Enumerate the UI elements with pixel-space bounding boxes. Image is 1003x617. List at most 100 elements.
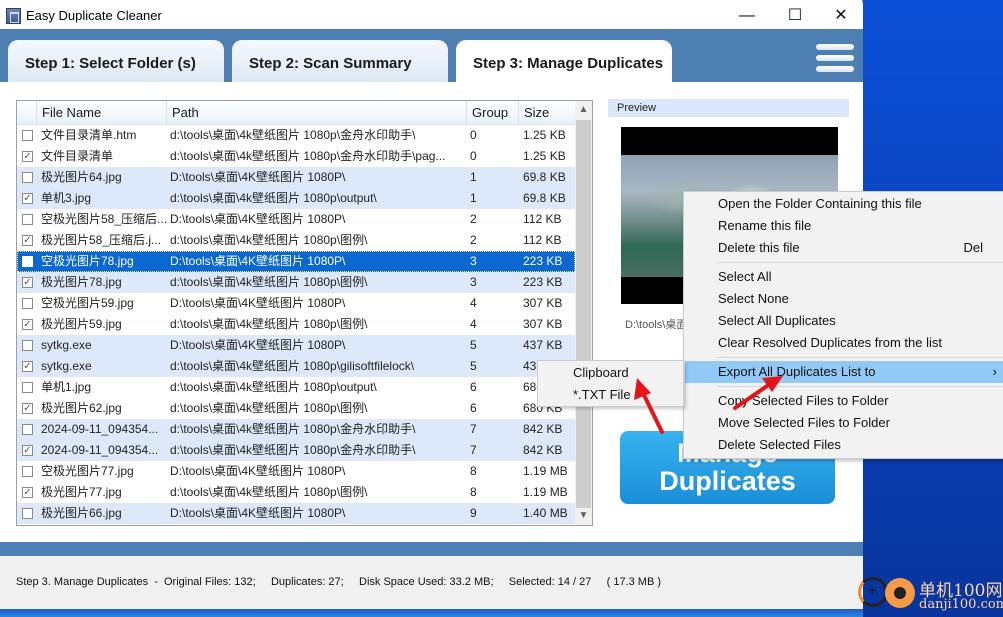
file-name-cell: 极光图片59.jpg	[41, 317, 122, 331]
watermark-disc-icon	[885, 578, 915, 608]
export-submenu: Clipboard *.TXT File	[537, 360, 684, 407]
size-cell: 437 KB	[523, 338, 563, 352]
app-icon	[6, 8, 21, 24]
table-row[interactable]: 极光图片66.jpg D:\tools\桌面\4K壁纸图片 1080P\ 9 1.40…	[17, 503, 575, 524]
path-cell: D:\tools\桌面\4K壁纸图片 1080P\	[170, 212, 346, 226]
table-row[interactable]: ✓ 极光图片78.jpg d:\tools\桌面\4k壁纸图片 1080p\图例\ 3…	[17, 272, 575, 293]
menu-item-label: Open the Folder Containing this file	[718, 196, 922, 211]
menu-item-export-all-duplicates-list-to[interactable]: Export All Duplicates List to ›	[685, 361, 1003, 383]
submenu-item-clipboard[interactable]: Clipboard	[539, 362, 683, 384]
scroll-up-icon[interactable]: ▲	[575, 101, 592, 119]
row-checkbox[interactable]: ✓	[22, 445, 33, 456]
column-header-path[interactable]: Path	[166, 101, 466, 125]
menu-item-label: Delete Selected Files	[718, 437, 841, 452]
table-row[interactable]: sytkg.exe D:\tools\桌面\4K壁纸图片 1080P\ 5 437 K…	[17, 335, 575, 356]
row-checkbox[interactable]	[22, 130, 33, 141]
menu-item-delete-selected-files[interactable]: Delete Selected Files	[685, 434, 1003, 456]
group-cell: 7	[470, 443, 477, 457]
size-cell: 842 KB	[523, 443, 563, 457]
menu-item-clear-resolved-duplicates-from-the-list[interactable]: Clear Resolved Duplicates from the list	[685, 332, 1003, 354]
menu-item-select-none[interactable]: Select None	[685, 288, 1003, 310]
menu-item-label: Export All Duplicates List to	[718, 364, 876, 379]
menu-item-open-the-folder-containing-this-file[interactable]: Open the Folder Containing this file	[685, 193, 1003, 215]
menu-item-label: Select All Duplicates	[718, 313, 836, 328]
table-row[interactable]: ✓ 极光图片62.jpg d:\tools\桌面\4k壁纸图片 1080p\图例\ 6…	[17, 398, 575, 419]
menu-item-copy-selected-files-to-folder[interactable]: Copy Selected Files to Folder	[685, 390, 1003, 412]
row-checkbox[interactable]	[22, 256, 33, 267]
menu-item-move-selected-files-to-folder[interactable]: Move Selected Files to Folder	[685, 412, 1003, 434]
path-cell: d:\tools\桌面\4k壁纸图片 1080p\金舟水印助手\	[170, 443, 416, 457]
table-row[interactable]: ✓ 单机3.jpg d:\tools\桌面\4k壁纸图片 1080p\output\…	[17, 188, 575, 209]
row-checkbox[interactable]	[22, 508, 33, 519]
row-checkbox[interactable]: ✓	[22, 277, 33, 288]
table-row[interactable]: 空极光图片78.jpg D:\tools\桌面\4K壁纸图片 1080P\ 3 223…	[17, 251, 575, 272]
file-name-cell: 极光图片64.jpg	[41, 170, 122, 184]
table-row[interactable]: 空极光图片59.jpg D:\tools\桌面\4K壁纸图片 1080P\ 4 307…	[17, 293, 575, 314]
vertical-scrollbar[interactable]: ▲ ▼	[575, 101, 592, 525]
hamburger-menu-icon[interactable]	[816, 42, 856, 74]
group-cell: 2	[470, 233, 477, 247]
table-row[interactable]: ✓ 2024-09-11_094354... d:\tools\桌面\4k壁纸图片 …	[17, 440, 575, 461]
column-header-file-name[interactable]: File Name	[36, 101, 166, 125]
menu-item-label: Select All	[718, 269, 772, 284]
file-name-cell: 2024-09-11_094354...	[41, 422, 159, 436]
menu-item-select-all-duplicates[interactable]: Select All Duplicates	[685, 310, 1003, 332]
row-checkbox[interactable]: ✓	[22, 151, 33, 162]
row-checkbox[interactable]: ✓	[22, 193, 33, 204]
menu-item-label: Clear Resolved Duplicates from the list	[718, 335, 942, 350]
row-checkbox[interactable]	[22, 382, 33, 393]
table-row[interactable]: ✓ 极光图片58_压缩后.j... d:\tools\桌面\4k壁纸图片 1080p…	[17, 230, 575, 251]
window-title: Easy Duplicate Cleaner	[26, 8, 162, 23]
table-row[interactable]: 文件目录清单.htm d:\tools\桌面\4k壁纸图片 1080p\金舟水印助…	[17, 125, 575, 146]
path-cell: d:\tools\桌面\4k壁纸图片 1080p\图例\	[170, 401, 368, 415]
row-checkbox[interactable]: ✓	[22, 487, 33, 498]
menu-item-delete-this-file[interactable]: Delete this file Del	[685, 237, 1003, 259]
path-cell: d:\tools\桌面\4k壁纸图片 1080p\图例\	[170, 317, 368, 331]
group-cell: 1	[470, 170, 477, 184]
column-header-size[interactable]: Size	[518, 101, 575, 125]
row-checkbox[interactable]	[22, 214, 33, 225]
row-checkbox[interactable]	[22, 466, 33, 477]
scrollbar-thumb[interactable]	[576, 120, 591, 508]
group-cell: 3	[470, 254, 477, 268]
menu-separator	[717, 386, 1003, 387]
submenu-arrow-icon: ›	[992, 364, 997, 379]
submenu-item-txt-file[interactable]: *.TXT File	[539, 384, 683, 406]
file-name-cell: 空极光图片59.jpg	[41, 296, 134, 310]
row-checkbox[interactable]: ✓	[22, 361, 33, 372]
table-row[interactable]: 单机1.jpg d:\tools\桌面\4k壁纸图片 1080p\output\ 6…	[17, 377, 575, 398]
path-cell: d:\tools\桌面\4k壁纸图片 1080p\图例\	[170, 233, 368, 247]
row-checkbox[interactable]: ✓	[22, 403, 33, 414]
size-cell: 307 KB	[523, 317, 563, 331]
table-row[interactable]: 空极光图片58_压缩后... D:\tools\桌面\4K壁纸图片 1080P\ 2…	[17, 209, 575, 230]
scroll-down-icon[interactable]: ▼	[575, 507, 592, 525]
size-cell: 307 KB	[523, 296, 563, 310]
table-row[interactable]: ✓ 极光图片77.jpg d:\tools\桌面\4k壁纸图片 1080p\图例\ 8…	[17, 482, 575, 503]
row-checkbox[interactable]: ✓	[22, 319, 33, 330]
row-checkbox[interactable]	[22, 172, 33, 183]
table-row[interactable]: 极光图片64.jpg D:\tools\桌面\4K壁纸图片 1080P\ 1 69.8…	[17, 167, 575, 188]
row-checkbox[interactable]	[22, 424, 33, 435]
row-checkbox[interactable]: ✓	[22, 235, 33, 246]
column-header-group[interactable]: Group	[466, 101, 518, 125]
maximize-button[interactable]: ☐	[772, 3, 818, 31]
tab-scan-summary[interactable]: Step 2: Scan Summary	[232, 40, 448, 82]
menu-item-rename-this-file[interactable]: Rename this file	[685, 215, 1003, 237]
row-checkbox[interactable]	[22, 340, 33, 351]
table-row[interactable]: ✓ 极光图片59.jpg d:\tools\桌面\4k壁纸图片 1080p\图例\ 4…	[17, 314, 575, 335]
tab-manage-duplicates[interactable]: Step 3: Manage Duplicates	[456, 40, 672, 82]
tab-select-folder[interactable]: Step 1: Select Folder (s)	[8, 40, 224, 82]
table-row[interactable]: 2024-09-11_094354... d:\tools\桌面\4k壁纸图片 1…	[17, 419, 575, 440]
status-bar: Step 3. Manage Duplicates - Original Fil…	[0, 556, 863, 612]
menu-item-label: Copy Selected Files to Folder	[718, 393, 889, 408]
row-checkbox[interactable]	[22, 298, 33, 309]
menu-item-select-all[interactable]: Select All	[685, 266, 1003, 288]
menu-separator	[717, 357, 1003, 358]
close-button[interactable]: ✕	[818, 3, 864, 31]
table-row[interactable]: 空极光图片77.jpg D:\tools\桌面\4K壁纸图片 1080P\ 8 1.1…	[17, 461, 575, 482]
table-row[interactable]: ✓ sytkg.exe d:\tools\桌面\4k壁纸图片 1080p\gilis…	[17, 356, 575, 377]
minimize-button[interactable]: —	[724, 3, 770, 31]
watermark: + 单机100网 danji100.com	[855, 570, 1003, 617]
menu-separator	[717, 262, 1003, 263]
table-row[interactable]: ✓ 文件目录清单 d:\tools\桌面\4k壁纸图片 1080p\金舟水印助手\p…	[17, 146, 575, 167]
